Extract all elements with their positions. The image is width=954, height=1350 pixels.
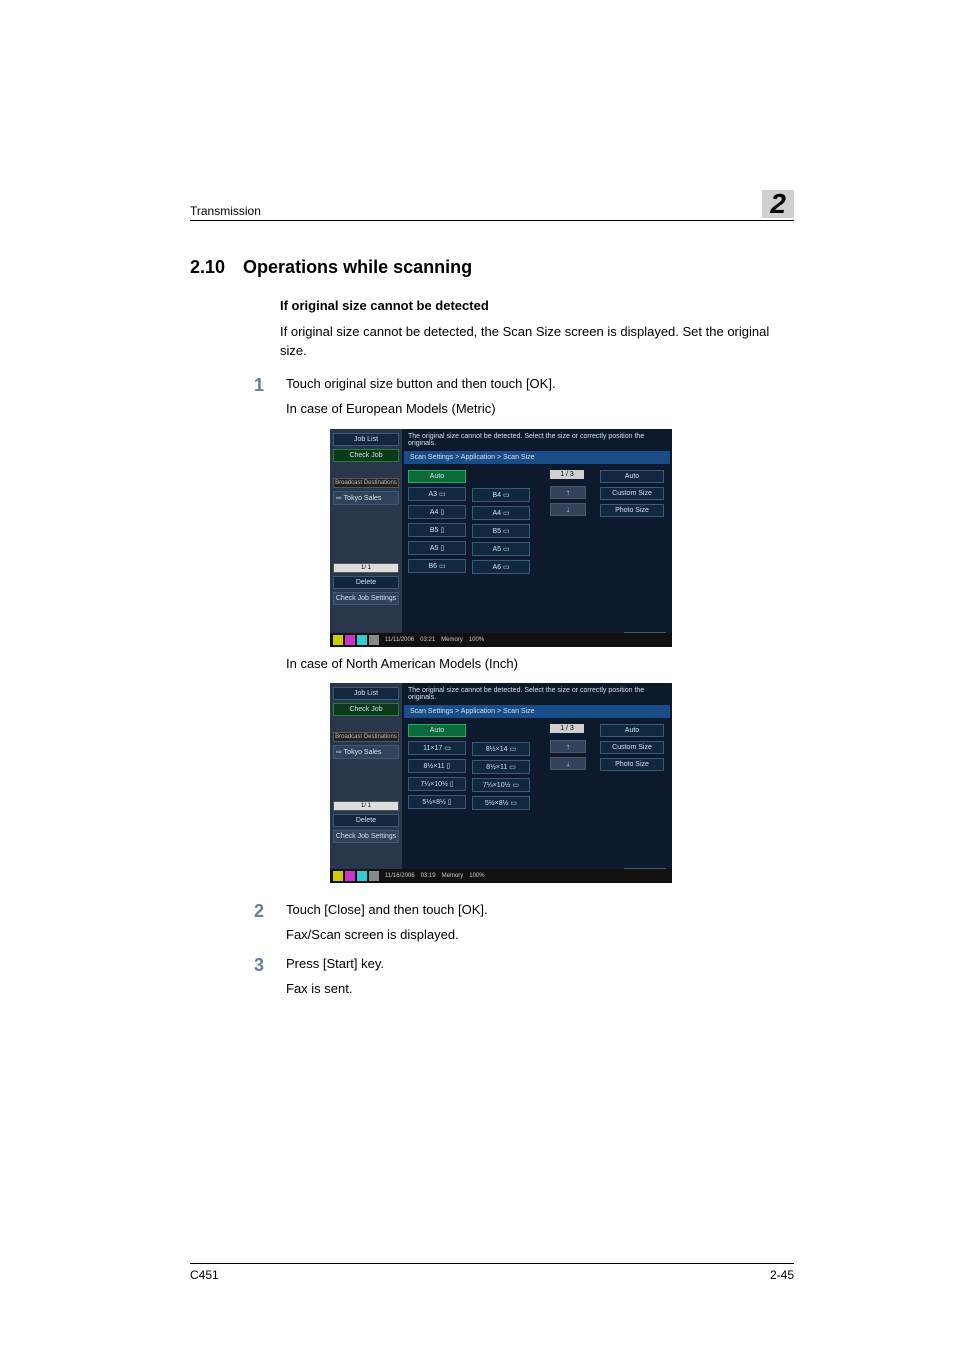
size-7x10-p[interactable]: 7¼×10½ ▯ — [408, 777, 466, 791]
job-list-button[interactable]: Job List — [333, 433, 399, 446]
screenshot-us: Job List Check Job Broadcast Destination… — [330, 683, 672, 883]
chapter-number: 2 — [762, 190, 794, 218]
status-mem-pct: 100% — [469, 637, 484, 643]
page-down-icon[interactable]: ↓ — [550, 503, 586, 516]
toner-k-icon — [369, 871, 379, 881]
auto-button[interactable]: Auto — [600, 724, 664, 737]
delete-button[interactable]: Delete — [333, 814, 399, 827]
custom-size-button[interactable]: Custom Size — [600, 741, 664, 754]
broadcast-label: Broadcast Destinations — [333, 732, 399, 742]
auto-button[interactable]: Auto — [600, 470, 664, 483]
page-indicator: 1/ 1 — [333, 563, 399, 573]
job-list-button[interactable]: Job List — [333, 687, 399, 700]
status-time: 03:21 — [420, 637, 435, 643]
toner-c-icon — [357, 871, 367, 881]
page-indicator: 1/ 1 — [333, 801, 399, 811]
step-1-subtext: In case of European Models (Metric) — [286, 400, 794, 419]
check-job-settings-button[interactable]: Check Job Settings — [333, 592, 399, 605]
page-up-icon[interactable]: ↑ — [550, 740, 586, 753]
step-3-text: Press [Start] key. — [286, 955, 384, 976]
toner-k-icon — [369, 635, 379, 645]
intro-paragraph: If original size cannot be detected, the… — [280, 323, 794, 361]
destination-item[interactable]: ⇨ Tokyo Sales — [333, 745, 399, 759]
size-8x11-p[interactable]: 8½×11 ▯ — [408, 759, 466, 773]
step-1-number: 1 — [254, 375, 268, 396]
destination-item[interactable]: ⇨ Tokyo Sales — [333, 491, 399, 505]
status-mem-pct: 100% — [469, 873, 484, 879]
size-a5-p[interactable]: A5 ▯ — [408, 541, 466, 555]
broadcast-label: Broadcast Destinations — [333, 478, 399, 488]
size-8x14[interactable]: 8½×14 ▭ — [472, 742, 530, 756]
step-2-subtext: Fax/Scan screen is displayed. — [286, 926, 794, 945]
size-a4-p[interactable]: A4 ▯ — [408, 505, 466, 519]
step-1-text: Touch original size button and then touc… — [286, 375, 556, 396]
size-b5-l[interactable]: B5 ▭ — [472, 524, 530, 538]
delete-button[interactable]: Delete — [333, 576, 399, 589]
size-a5-l[interactable]: A5 ▭ — [472, 542, 530, 556]
footer-model: C451 — [190, 1268, 219, 1282]
screen-message: The original size cannot be detected. Se… — [402, 429, 672, 451]
size-a6[interactable]: A6 ▭ — [472, 560, 530, 574]
size-7x10-l[interactable]: 7¼×10½ ▭ — [472, 778, 530, 792]
size-page-indicator: 1 / 3 — [550, 470, 584, 479]
sub-heading: If original size cannot be detected — [280, 298, 794, 313]
screenshot-eu: Job List Check Job Broadcast Destination… — [330, 429, 672, 647]
status-date: 11/11/2006 — [385, 637, 414, 643]
photo-size-button[interactable]: Photo Size — [600, 758, 664, 771]
status-date: 11/16/2006 — [385, 873, 415, 879]
size-11x17[interactable]: 11×17 ▭ — [408, 741, 466, 755]
size-a4-l[interactable]: A4 ▭ — [472, 506, 530, 520]
breadcrumb: Scan Settings > Application > Scan Size — [404, 705, 670, 718]
footer-page: 2-45 — [770, 1268, 794, 1282]
size-b5-p[interactable]: B5 ▯ — [408, 523, 466, 537]
toner-y-icon — [333, 871, 343, 881]
section-title: Operations while scanning — [243, 257, 472, 278]
size-b6[interactable]: B6 ▭ — [408, 559, 466, 573]
step-2-number: 2 — [254, 901, 268, 922]
breadcrumb: Scan Settings > Application > Scan Size — [404, 451, 670, 464]
check-job-button[interactable]: Check Job — [333, 703, 399, 716]
between-screens-text: In case of North American Models (Inch) — [286, 655, 794, 674]
custom-size-button[interactable]: Custom Size — [600, 487, 664, 500]
screen-message: The original size cannot be detected. Se… — [402, 683, 672, 705]
toner-m-icon — [345, 871, 355, 881]
size-5x8-p[interactable]: 5½×8½ ▯ — [408, 795, 466, 809]
check-job-settings-button[interactable]: Check Job Settings — [333, 830, 399, 843]
size-page-indicator: 1 / 3 — [550, 724, 584, 733]
step-3-subtext: Fax is sent. — [286, 980, 794, 999]
step-2-text: Touch [Close] and then touch [OK]. — [286, 901, 488, 922]
status-mem-label: Memory — [442, 873, 464, 879]
toner-y-icon — [333, 635, 343, 645]
photo-size-button[interactable]: Photo Size — [600, 504, 664, 517]
size-8x11-l[interactable]: 8½×11 ▭ — [472, 760, 530, 774]
step-3-number: 3 — [254, 955, 268, 976]
toner-c-icon — [357, 635, 367, 645]
toner-m-icon — [345, 635, 355, 645]
check-job-button[interactable]: Check Job — [333, 449, 399, 462]
status-mem-label: Memory — [441, 637, 463, 643]
header-section: Transmission — [190, 204, 261, 218]
page-up-icon[interactable]: ↑ — [550, 486, 586, 499]
size-auto[interactable]: Auto — [408, 470, 466, 483]
size-auto[interactable]: Auto — [408, 724, 466, 737]
size-5x8-l[interactable]: 5½×8½ ▭ — [472, 796, 530, 810]
section-number: 2.10 — [190, 257, 225, 278]
size-b4[interactable]: B4 ▭ — [472, 488, 530, 502]
status-time: 03:19 — [421, 873, 436, 879]
size-a3[interactable]: A3 ▭ — [408, 487, 466, 501]
page-down-icon[interactable]: ↓ — [550, 757, 586, 770]
